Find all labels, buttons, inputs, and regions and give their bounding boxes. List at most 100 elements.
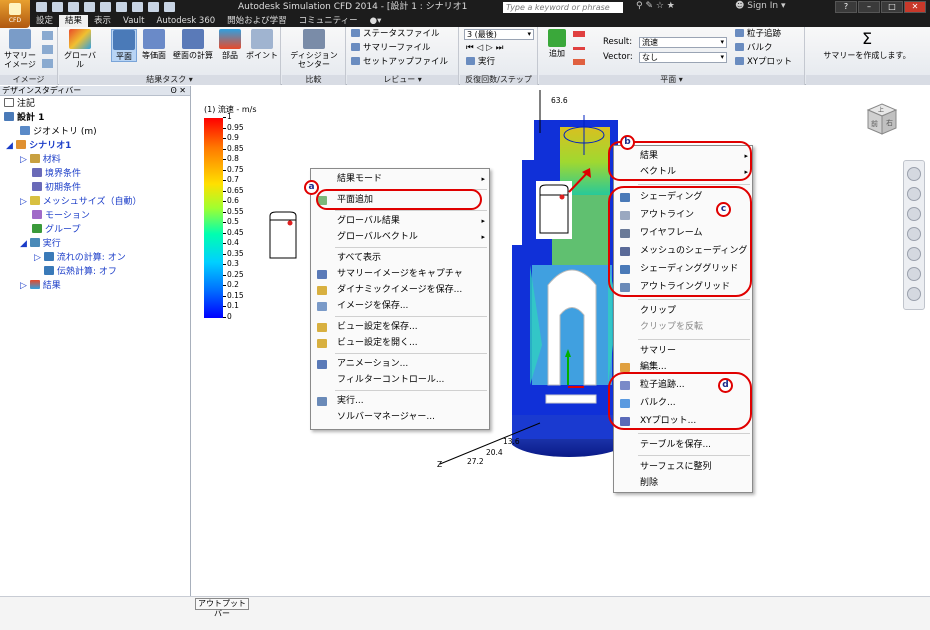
bulk-button[interactable]: バルク <box>735 43 773 54</box>
run-button[interactable]: 実行 <box>466 57 495 68</box>
tree-item-geometry[interactable]: ジオメトリ (m) <box>20 126 97 138</box>
output-bar-tab[interactable]: アウトプットバー <box>195 598 249 618</box>
dynamic-image-icon[interactable] <box>42 31 53 40</box>
tab-4[interactable]: Autodesk 360 <box>151 15 222 27</box>
panel-pin-close-icon[interactable]: ʘ ✕ <box>170 86 186 96</box>
tree-item-run[interactable]: ◢ 実行 <box>20 238 61 250</box>
menu-item[interactable]: フィルターコントロール... <box>311 373 489 387</box>
zoom-icon[interactable] <box>907 207 921 221</box>
undo-icon[interactable] <box>100 2 111 12</box>
tree-item-results[interactable]: ▷ 結果 <box>20 280 61 292</box>
menu-item[interactable]: サマリー <box>614 344 752 358</box>
review-group-label: レビュー ▾ <box>347 75 458 85</box>
particle-label: 粒子追跡 <box>747 29 782 39</box>
edit-plane-icon[interactable] <box>573 31 585 37</box>
particle-trace-button[interactable]: 粒子追跡 <box>735 29 781 40</box>
new-file-icon[interactable] <box>36 2 47 12</box>
menu-item[interactable]: サマリーイメージをキャプチャ <box>311 267 489 281</box>
minimize-button[interactable]: – <box>858 1 880 13</box>
menu-item[interactable]: 実行... <box>311 394 489 408</box>
tab-extra-icon[interactable]: ●▾ <box>364 15 388 27</box>
tab-6[interactable]: コミュニティー <box>293 15 364 27</box>
show-motion-icon[interactable] <box>907 267 921 281</box>
menu-item[interactable]: クリップ <box>614 304 752 318</box>
help-icon[interactable]: ? <box>835 1 857 13</box>
close-button[interactable]: ✕ <box>904 1 926 13</box>
app-logo[interactable]: CFD <box>0 0 30 28</box>
tree-item-scenario[interactable]: ◢ シナリオ1 <box>6 140 71 152</box>
menu-item[interactable]: アニメーション... <box>311 357 489 371</box>
tree-item-design[interactable]: 設計 1 <box>4 112 44 124</box>
submenu-arrow-icon: ▸ <box>481 233 485 241</box>
viewcube[interactable]: 上 前 右 <box>864 100 900 136</box>
tree-item-groups[interactable]: グループ <box>32 224 80 236</box>
menu-item[interactable]: 削除 <box>614 476 752 490</box>
menu-item[interactable]: ダイナミックイメージを保存... <box>311 283 489 297</box>
tree-item-notes[interactable]: 注記 <box>4 98 35 110</box>
menu-item[interactable]: イメージを保存... <box>311 299 489 313</box>
status-file-button[interactable]: ステータスファイル <box>351 29 440 40</box>
scenario-icon <box>16 140 27 149</box>
summary-image-button[interactable]: サマリー イメージ <box>3 29 37 69</box>
summary-file-button[interactable]: サマリーファイル <box>351 43 431 54</box>
setup-file-button[interactable]: セットアップファイル <box>351 57 448 68</box>
add-plane-button[interactable]: 追加 <box>542 29 572 58</box>
xy-plot-button[interactable]: XYプロット <box>735 57 792 68</box>
image-settings-icon[interactable] <box>42 59 53 68</box>
tab-2[interactable]: 表示 <box>88 15 117 27</box>
look-icon[interactable] <box>907 247 921 261</box>
orbit-icon[interactable] <box>907 227 921 241</box>
menu-item[interactable]: ビュー設定を保存... <box>311 320 489 334</box>
menu-item[interactable]: 結果モード ▸ <box>311 172 489 186</box>
tree-item-initial[interactable]: 初期条件 <box>32 182 81 194</box>
isosurface-button[interactable]: 等価面 <box>139 29 169 60</box>
menu-item[interactable]: テーブルを保存... <box>614 438 752 452</box>
wall-calc-button[interactable]: 壁面の計算 <box>171 29 215 60</box>
tab-3[interactable]: Vault <box>117 15 150 27</box>
plane-button[interactable]: 平面 <box>111 29 137 62</box>
result-combo[interactable]: 流速 <box>639 37 727 48</box>
points-button[interactable]: ポイント <box>245 29 279 60</box>
menu-item[interactable]: グローバルベクトル ▸ <box>311 230 489 244</box>
select-icon[interactable] <box>132 2 143 12</box>
tab-5[interactable]: 開始および学習 <box>221 15 293 27</box>
save-icon[interactable] <box>68 2 79 12</box>
sign-in-link[interactable]: ☻ Sign In ▾ <box>735 1 786 11</box>
tree-item-boundary[interactable]: 境界条件 <box>32 168 81 180</box>
create-summary-button[interactable]: Σ サマリーを作成します。 <box>810 29 924 60</box>
tree-item-heat[interactable]: 伝熱計算: オフ <box>44 266 117 278</box>
tab-1[interactable]: 結果 <box>59 15 89 27</box>
tree-item-materials[interactable]: ▷ 材料 <box>20 154 61 166</box>
decision-center-button[interactable]: ディシジョン センター <box>286 29 342 69</box>
badge-c: c <box>716 202 731 217</box>
global-button[interactable]: グローバル <box>63 29 97 69</box>
menu-item[interactable]: グローバル結果 ▸ <box>311 214 489 228</box>
menu-item[interactable]: すべて表示 <box>311 251 489 265</box>
open-file-icon[interactable] <box>52 2 63 12</box>
menu-item[interactable]: ビュー設定を開く... <box>311 336 489 350</box>
parts-button[interactable]: 部品 <box>217 29 243 60</box>
tree-item-mesh[interactable]: ▷ メッシュサイズ（自動） <box>20 196 142 208</box>
save-image-icon[interactable] <box>42 45 53 54</box>
save-all-icon[interactable] <box>84 2 95 12</box>
tree-item-flow[interactable]: ▷ 流れの計算: オン <box>34 252 126 264</box>
qat-dropdown-icon[interactable] <box>164 2 175 12</box>
iteration-combo[interactable]: 3 (最後) <box>464 29 534 40</box>
plane-options-icon[interactable] <box>573 59 585 65</box>
vector-combo[interactable]: なし <box>639 52 727 63</box>
menu-item[interactable]: サーフェスに整列 <box>614 460 752 474</box>
menu-item[interactable]: ソルバーマネージャー... <box>311 410 489 424</box>
menu-item-label: ビュー設定を保存... <box>337 322 418 332</box>
maximize-button[interactable]: □ <box>881 1 903 13</box>
tab-0[interactable]: 設定 <box>30 15 59 27</box>
tree-item-motion[interactable]: モーション <box>32 210 90 222</box>
view-icon[interactable] <box>148 2 159 12</box>
search-input[interactable]: Type a keyword or phrase <box>503 2 623 13</box>
steering-wheel-icon[interactable] <box>907 167 921 181</box>
redo-icon[interactable] <box>116 2 127 12</box>
step-nav-icons[interactable]: ⏮◁▷⏭ <box>466 43 506 54</box>
infocenter-icons[interactable]: ⚲ ✎ ☆ ★ <box>636 1 675 11</box>
pan-icon[interactable] <box>907 187 921 201</box>
nav-options-icon[interactable] <box>907 287 921 301</box>
remove-plane-icon[interactable] <box>573 47 585 50</box>
